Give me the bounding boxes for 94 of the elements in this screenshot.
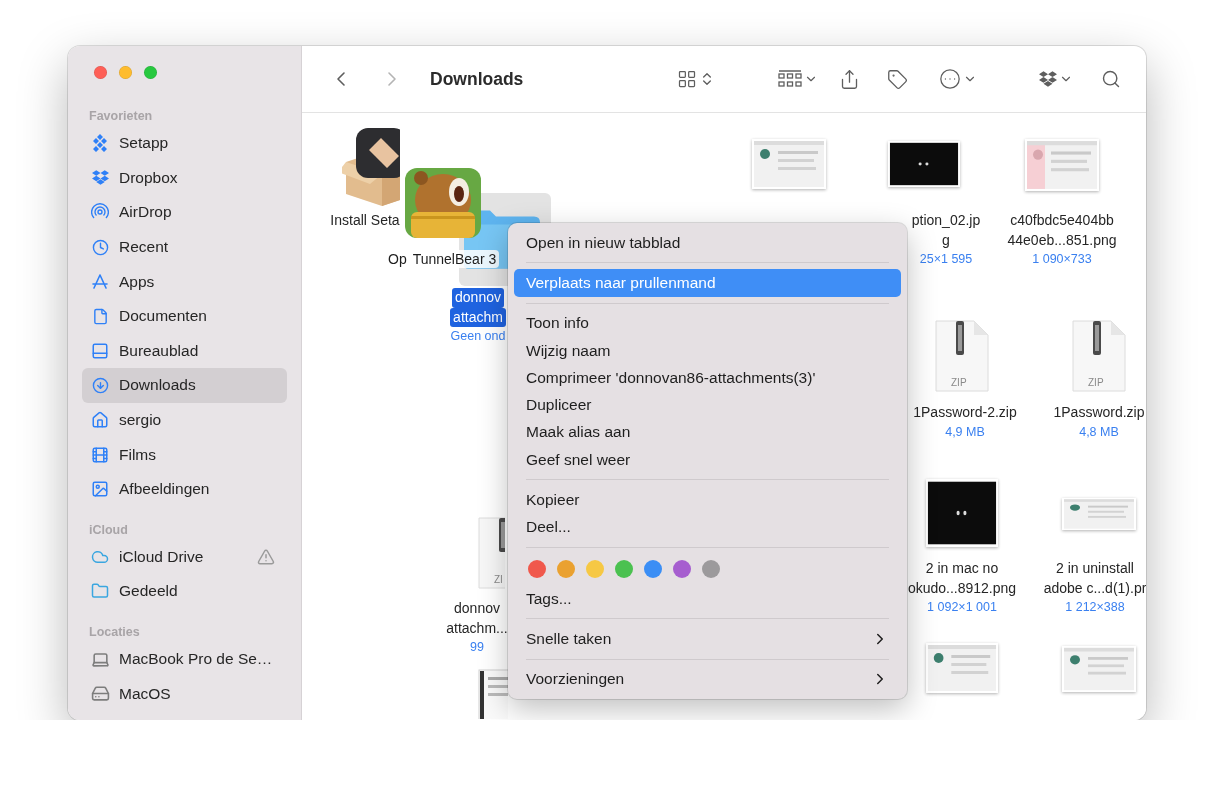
color-tag[interactable] [644,560,662,579]
file-name: donnov [453,599,501,618]
sidebar-item[interactable]: Films [82,437,287,472]
zip-file-icon [477,516,505,590]
file-name: attachm... [445,618,509,638]
zip-file-icon [934,319,990,393]
file-icon-tile[interactable] [475,666,511,720]
window-title: Downloads [430,68,524,90]
sidebar-item[interactable]: Afbeeldingen [82,471,287,507]
file-icon-tile[interactable] [885,138,963,190]
sidebar-item[interactable]: Setapp [82,126,287,161]
file-type-label: ZIP [1087,377,1105,388]
sidebar-item[interactable]: Recent [82,229,287,265]
sidebar-item[interactable]: MacBook Pro de Se… [82,641,287,677]
tag-icon [886,68,908,90]
clock-icon [91,238,109,256]
menu-item[interactable]: Geef snel weer [514,446,901,474]
file-info: 99 [470,639,484,656]
section-header: iCloud [88,521,129,539]
image-icon [91,480,109,499]
file-info: 25×1 595 [919,251,973,268]
menu-item[interactable]: Deel... [514,513,901,541]
menu-item[interactable]: Snelle taken [514,625,901,653]
file-name: 44e0eb...851.png [1006,230,1118,250]
sidebar-item[interactable]: MacOS [82,676,287,711]
menu-item[interactable]: Dupliceer [514,391,901,419]
menu-label: Snelle taken [526,629,613,648]
color-tag[interactable] [673,560,691,579]
file-info: Geen ond [450,328,506,345]
menu-item[interactable]: Maak alias aan [514,418,901,447]
color-tag[interactable] [702,560,720,579]
menu-item[interactable]: Kopieer [514,486,901,514]
download-icon [91,376,109,394]
file-name: attachm [450,307,506,327]
film-icon [91,445,109,464]
color-tag[interactable] [615,560,633,579]
file-name: 2 in mac no [924,559,1000,578]
sidebar-item[interactable]: iCloud Drive [82,539,287,575]
menu-item[interactable]: Comprimeer 'donnovan86-attachments(3)' [514,364,901,392]
file-name: Install Seta [329,211,401,230]
file-name: ption_02.jp [910,211,982,230]
section-header: Locaties [88,623,141,641]
dropbox-icon [91,169,109,187]
menu-item[interactable]: Tags... [514,584,901,613]
file-name: g [941,230,951,250]
file-info: 4,9 MB [945,423,985,441]
color-tag[interactable] [557,560,575,579]
grid-icon [677,69,697,89]
file-name: 1Password-2.zip [912,403,1018,422]
sidebar-item[interactable]: Documenten [82,298,287,334]
color-tag[interactable] [528,560,546,579]
diamond-grid-icon [92,134,108,153]
sidebar-item[interactable]: Bureaublad [82,333,287,369]
sidebar-item[interactable]: AirDrop [82,195,287,230]
file-info: 1 092×1 001 [927,599,997,616]
file-icon-tile[interactable] [923,476,1001,550]
menu-item[interactable]: Wijzig naam [514,336,901,365]
file-name: adobe c...d(1).pr [1042,578,1146,598]
sidebar-item[interactable]: Apps [82,264,287,299]
file-name: donnov [452,288,504,308]
sidebar-item[interactable]: Downloads [82,368,287,403]
drag-label: Op [387,250,408,268]
menu-item[interactable]: Voorzieningen [514,665,901,693]
file-name: c40fbdc5e404bb [1009,211,1115,230]
desktop-icon [91,341,109,360]
sidebar-item[interactable]: Gedeeld [82,574,287,609]
search-icon [1101,69,1121,89]
dropbox-icon [1039,70,1057,88]
file-type-label: ZI [493,574,504,585]
sidebar-item[interactable]: sergio [82,402,287,438]
sidebar-item[interactable]: Dropbox [82,160,287,196]
menu-label: Voorzieningen [526,670,626,689]
apps-icon [91,272,109,291]
color-tag[interactable] [586,560,604,579]
minimize-button[interactable] [119,66,132,79]
file-name: 2 in uninstall [1055,559,1135,578]
file-icon-tile[interactable] [923,640,1001,696]
menu-item[interactable]: Open in nieuw tabblad [514,229,901,257]
document-icon [91,307,109,325]
ellipsis-icon [939,68,961,90]
file-info: 1 212×388 [1065,599,1125,616]
zip-file-icon [1071,319,1127,393]
file-name: 1Password.zip [1052,403,1146,422]
group-grid-icon [778,69,802,89]
close-button[interactable] [94,66,107,79]
file-name: okudo...8912.png [906,578,1018,598]
menu-item[interactable]: Toon info [514,309,901,337]
house-icon [91,411,109,430]
file-type-label: ZIP [950,377,968,388]
file-info: 1 090×733 [1032,251,1092,268]
file-info: 4,8 MB [1079,423,1119,441]
folder-icon [91,582,109,601]
zoom-button[interactable] [144,66,157,79]
section-header: Favorieten [88,108,154,125]
